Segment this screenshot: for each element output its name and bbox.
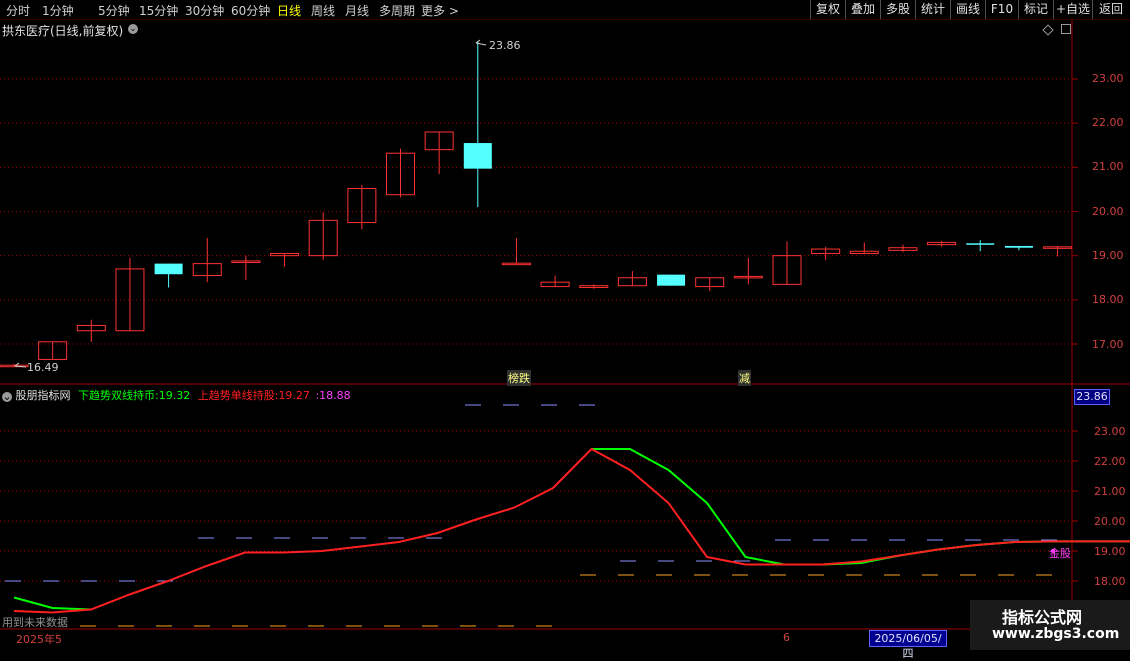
indicator-price-tick: 22.00 [1094,455,1126,468]
trend-line-red [14,449,1130,613]
gold-stock-label: 金股 [1049,545,1071,561]
candle-body [464,143,492,169]
date-axis: 2025年5 6 2025/06/05/四 [0,630,1130,650]
date-axis-label: 2025年5 [16,631,62,647]
low-price-label: 16.49 [27,361,59,374]
indicator-header: ⌄ 股朋指标网 下趋势双线持币:19.32 上趋势单线持股:19.27 :18.… [2,387,351,401]
candle-body [657,275,685,286]
site-watermark: 指标公式网 www.zbgs3.com [970,600,1130,650]
price-tick: 22.00 [1092,116,1124,129]
event-annotation[interactable]: 榜跌 [507,370,531,386]
indicator-price-tick: 19.00 [1094,545,1126,558]
chevron-down-icon[interactable]: ⌄ [2,392,12,402]
price-tick: 20.00 [1092,205,1124,218]
green-line-value: 19.32 [159,389,191,402]
price-tick: 17.00 [1092,338,1124,351]
price-tick: 18.00 [1092,293,1124,306]
current-price-box: 23.86 [1074,389,1110,405]
indicator-price-tick: 23.00 [1094,425,1126,438]
price-tick: 23.00 [1092,72,1124,85]
watermark-title: 指标公式网 [1002,604,1082,628]
indicator-price-tick: 21.00 [1094,485,1126,498]
watermark-url: www.zbgs3.com [992,626,1119,642]
indicator-price-tick: 20.00 [1094,515,1126,528]
candle-body [966,243,994,245]
cursor-date-box: 2025/06/05/四 [869,630,947,647]
price-tick: 19.00 [1092,249,1124,262]
high-price-label: 23.86 [489,39,521,52]
future-data-note: 用到未来数据 [2,614,68,630]
event-annotation[interactable]: 减 [738,370,751,386]
trend-line-green [14,598,91,610]
candle-body [1005,246,1033,248]
indicator-name: 股朋指标网 [16,389,71,402]
kline-chart [0,0,1130,650]
red-line-label: 上趋势单线持股: [198,389,279,402]
magenta-value: :18.88 [315,389,350,402]
indicator-price-tick: 18.00 [1094,575,1126,588]
candle-body [502,263,530,265]
candle-body [155,264,183,275]
date-axis-label: 6 [783,631,790,644]
red-line-value: 19.27 [278,389,310,402]
price-tick: 21.00 [1092,160,1124,173]
green-line-label: 下趋势双线持币: [78,389,159,402]
